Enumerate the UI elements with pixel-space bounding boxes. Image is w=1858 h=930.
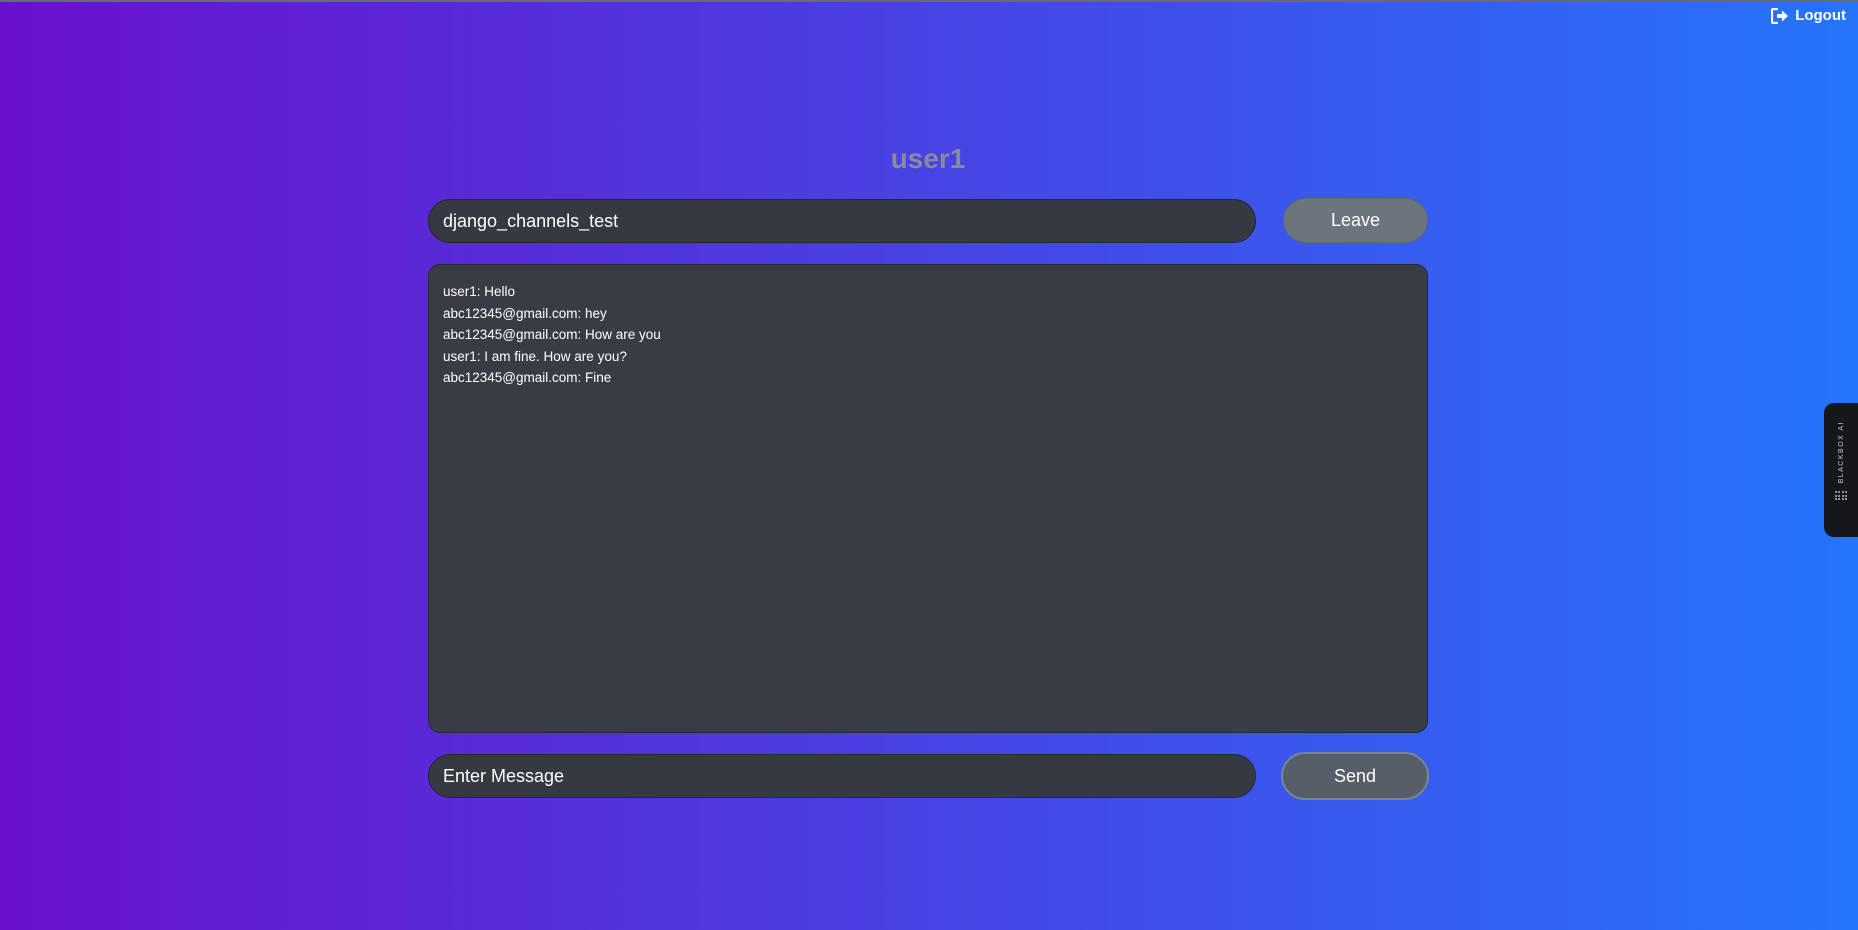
leave-button[interactable]: Leave <box>1283 198 1428 243</box>
message-input[interactable]: Enter Message <box>428 754 1256 798</box>
logout-button[interactable]: Logout <box>1771 7 1846 24</box>
chat-message: user1: I am fine. How are you? <box>443 348 627 364</box>
blackbox-ai-label: BLACKBOX AI <box>1837 421 1845 484</box>
logout-label: Logout <box>1795 7 1846 24</box>
blackbox-ai-tab[interactable]: BLACKBOX AI <box>1824 403 1858 537</box>
blackbox-logo-icon <box>1834 491 1848 501</box>
page-title: user1 <box>890 143 966 174</box>
chat-message: abc12345@gmail.com: Fine <box>443 370 612 386</box>
send-button[interactable]: Send <box>1281 752 1429 800</box>
logout-icon <box>1771 7 1789 24</box>
chat-message: abc12345@gmail.com: How are you <box>443 327 661 343</box>
window-top-border <box>0 0 1858 2</box>
chat-message: abc12345@gmail.com: hey <box>443 305 607 321</box>
chat-log[interactable]: user1: Hello abc12345@gmail.com: hey abc… <box>428 264 1428 733</box>
room-name-field[interactable]: django_channels_test <box>428 199 1256 243</box>
chat-message: user1: Hello <box>443 284 516 299</box>
